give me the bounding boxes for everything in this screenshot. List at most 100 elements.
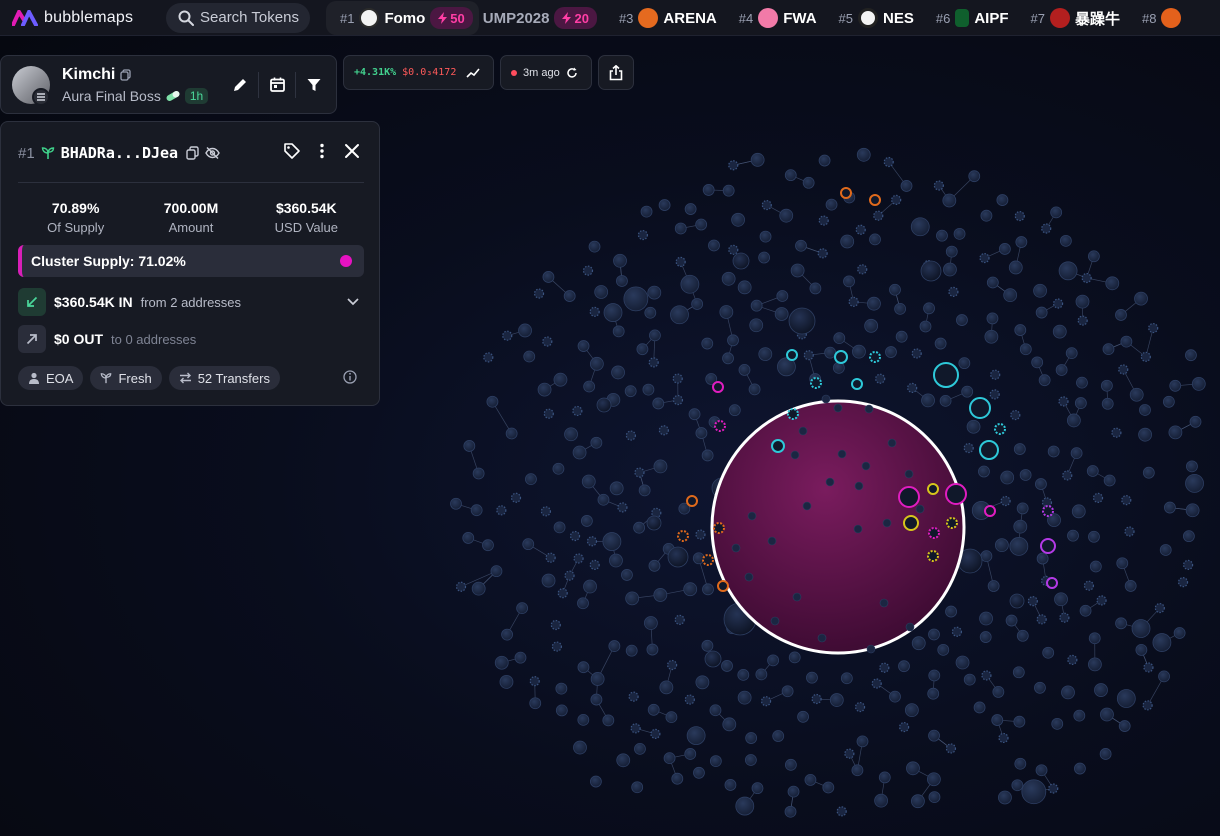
wallet-node[interactable] (702, 583, 714, 596)
wallet-node[interactable] (1134, 291, 1148, 306)
wallet-node[interactable] (1186, 460, 1198, 473)
wallet-node[interactable] (854, 701, 866, 713)
wallet-node[interactable] (981, 670, 992, 681)
wallet-node[interactable] (624, 385, 637, 398)
wallet-node[interactable] (609, 481, 624, 496)
wallet-node[interactable] (885, 346, 897, 358)
wallet-node[interactable] (750, 299, 763, 312)
wallet-node[interactable] (1081, 272, 1092, 284)
wallet-node[interactable] (455, 581, 467, 592)
cluster-node[interactable] (786, 349, 798, 361)
wallet-node[interactable] (869, 233, 881, 246)
wallet-node[interactable] (956, 314, 968, 326)
wallet-node[interactable] (611, 365, 625, 380)
wallet-node[interactable] (1116, 557, 1129, 570)
wallet-node[interactable] (653, 459, 668, 474)
wallet-node[interactable] (623, 286, 649, 312)
wallet-node[interactable] (634, 467, 645, 478)
wallet-node[interactable] (790, 263, 805, 278)
wallet-node[interactable] (1120, 335, 1133, 348)
cluster-member-node[interactable] (882, 518, 892, 528)
wallet-node[interactable] (1185, 473, 1204, 493)
wallet-node[interactable] (945, 605, 957, 618)
wallet-node[interactable] (1074, 397, 1087, 409)
wallet-node[interactable] (990, 369, 1001, 380)
wallet-node[interactable] (617, 502, 628, 513)
wallet-node[interactable] (1013, 443, 1026, 455)
cluster-node[interactable] (927, 550, 939, 562)
wallet-node[interactable] (1087, 657, 1102, 672)
wallet-node[interactable] (864, 318, 879, 333)
wallet-node[interactable] (525, 473, 537, 486)
wallet-node[interactable] (767, 654, 779, 667)
wallet-node[interactable] (1036, 614, 1047, 625)
wallet-node[interactable] (482, 539, 494, 552)
wallet-node[interactable] (1059, 612, 1070, 623)
wallet-node[interactable] (1148, 322, 1159, 334)
wallet-node[interactable] (581, 474, 596, 489)
wallet-node[interactable] (602, 532, 622, 551)
wallet-node[interactable] (998, 790, 1012, 805)
wallet-node[interactable] (701, 337, 714, 350)
wallet-node[interactable] (499, 674, 514, 689)
cluster-node[interactable] (677, 530, 689, 542)
wallet-node[interactable] (895, 330, 908, 343)
wallet-node[interactable] (1016, 629, 1029, 642)
boost-badge[interactable]: 20 (554, 7, 597, 29)
wallet-node[interactable] (851, 764, 864, 777)
wallet-node[interactable] (879, 662, 890, 673)
wallet-node[interactable] (728, 404, 741, 417)
wallet-node[interactable] (788, 307, 816, 335)
wallet-node[interactable] (675, 256, 686, 267)
wallet-node[interactable] (1047, 445, 1060, 458)
wallet-node[interactable] (776, 290, 789, 302)
wallet-node[interactable] (516, 602, 529, 615)
wallet-node[interactable] (667, 659, 678, 671)
cluster-node[interactable] (1042, 505, 1054, 517)
wallet-node[interactable] (1031, 356, 1044, 369)
wallet-node[interactable] (755, 668, 768, 681)
wallet-node[interactable] (818, 215, 829, 226)
wallet-node[interactable] (904, 703, 919, 718)
wallet-node[interactable] (616, 275, 628, 287)
wallet-node[interactable] (608, 640, 621, 652)
wallet-node[interactable] (659, 680, 674, 695)
wallet-node[interactable] (1129, 387, 1144, 402)
wallet-node[interactable] (1016, 502, 1029, 515)
wallet-node[interactable] (1099, 748, 1112, 760)
eye-off-icon[interactable] (205, 146, 220, 160)
wallet-node[interactable] (589, 775, 602, 788)
wallet-node[interactable] (590, 436, 603, 449)
wallet-node[interactable] (937, 643, 950, 656)
wallet-node[interactable] (1177, 577, 1189, 588)
filter-button[interactable] (296, 67, 332, 103)
wallet-node[interactable] (582, 265, 594, 276)
wallet-node[interactable] (911, 348, 922, 359)
wallet-node[interactable] (751, 782, 764, 795)
wallet-node[interactable] (797, 710, 809, 723)
wallet-node[interactable] (1158, 670, 1170, 683)
wallet-node[interactable] (1115, 309, 1127, 321)
wallet-node[interactable] (1035, 764, 1048, 777)
wallet-node[interactable] (1185, 349, 1197, 362)
wallet-node[interactable] (784, 805, 797, 818)
wallet-node[interactable] (671, 772, 684, 785)
wallet-node[interactable] (636, 343, 649, 356)
wallet-node[interactable] (939, 394, 952, 407)
wallet-node[interactable] (637, 229, 649, 241)
wallet-node[interactable] (541, 573, 556, 588)
wallet-node[interactable] (721, 660, 733, 672)
cluster-member-node[interactable] (904, 469, 914, 479)
trending-token-5[interactable]: #5 NES (839, 8, 914, 28)
wallet-node[interactable] (612, 325, 625, 338)
wallet-node[interactable] (644, 306, 657, 319)
boost-badge[interactable]: 50 (430, 7, 473, 29)
wallet-node[interactable] (1070, 447, 1083, 460)
wallet-node[interactable] (1162, 395, 1175, 408)
cluster-node[interactable] (810, 377, 822, 389)
wallet-node[interactable] (948, 286, 959, 297)
cluster-member-node[interactable] (866, 644, 876, 654)
wallet-node[interactable] (709, 755, 722, 768)
wallet-node[interactable] (928, 628, 940, 641)
wallet-node[interactable] (590, 693, 603, 706)
